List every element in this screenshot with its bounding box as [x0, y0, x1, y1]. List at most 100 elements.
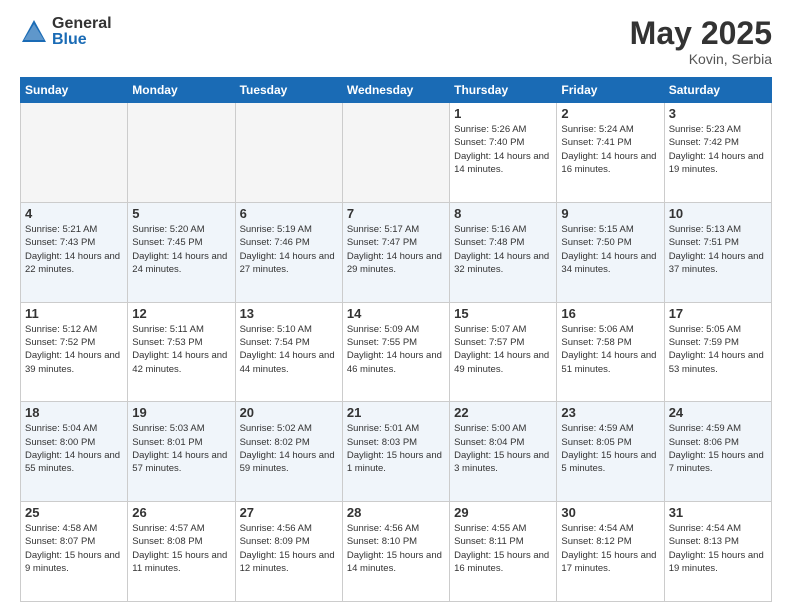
calendar-cell: 10Sunrise: 5:13 AMSunset: 7:51 PMDayligh…: [664, 202, 771, 302]
day-info: Sunrise: 5:16 AMSunset: 7:48 PMDaylight:…: [454, 223, 552, 276]
day-info: Sunrise: 4:55 AMSunset: 8:11 PMDaylight:…: [454, 522, 552, 575]
calendar-cell: 15 Sunrise: 5:07 AMSunset: 7:57 PMDayligh…: [450, 302, 557, 402]
day-number: 24: [669, 405, 767, 420]
calendar-cell: 30Sunrise: 4:54 AMSunset: 8:12 PMDayligh…: [557, 502, 664, 602]
calendar-header-saturday: Saturday: [664, 78, 771, 103]
day-number: 26: [132, 505, 230, 520]
month-title: May 2025: [630, 16, 772, 51]
day-number: 18: [25, 405, 123, 420]
day-info: Sunrise: 5:03 AMSunset: 8:01 PMDaylight:…: [132, 422, 230, 475]
calendar-week-3: 11 Sunrise: 5:12 AMSunset: 7:52 PMDayligh…: [21, 302, 772, 402]
day-number: 19: [132, 405, 230, 420]
calendar-cell: 11 Sunrise: 5:12 AMSunset: 7:52 PMDayligh…: [21, 302, 128, 402]
calendar-cell: 12Sunrise: 5:11 AMSunset: 7:53 PMDayligh…: [128, 302, 235, 402]
calendar-header-thursday: Thursday: [450, 78, 557, 103]
day-number: 25: [25, 505, 123, 520]
day-info: Sunrise: 4:59 AMSunset: 8:06 PMDaylight:…: [669, 422, 767, 475]
day-info: Sunrise: 4:56 AMSunset: 8:09 PMDaylight:…: [240, 522, 338, 575]
calendar-cell: 16 Sunrise: 5:06 AMSunset: 7:58 PMDayligh…: [557, 302, 664, 402]
day-info: Sunrise: 5:05 AMSunset: 7:59 PMDaylight:…: [669, 323, 767, 376]
day-info: Sunrise: 5:23 AMSunset: 7:42 PMDaylight:…: [669, 123, 767, 176]
calendar-cell: 8 Sunrise: 5:16 AMSunset: 7:48 PMDaylight…: [450, 202, 557, 302]
calendar-cell: 13Sunrise: 5:10 AMSunset: 7:54 PMDayligh…: [235, 302, 342, 402]
day-info: Sunrise: 5:06 AMSunset: 7:58 PMDaylight:…: [561, 323, 659, 376]
calendar-cell: 18 Sunrise: 5:04 AMSunset: 8:00 PMDayligh…: [21, 402, 128, 502]
day-number: 30: [561, 505, 659, 520]
calendar-cell: [342, 103, 449, 203]
day-info: Sunrise: 5:00 AMSunset: 8:04 PMDaylight:…: [454, 422, 552, 475]
calendar-week-4: 18 Sunrise: 5:04 AMSunset: 8:00 PMDayligh…: [21, 402, 772, 502]
day-info: Sunrise: 5:12 AMSunset: 7:52 PMDaylight:…: [25, 323, 123, 376]
calendar-cell: [128, 103, 235, 203]
calendar-cell: 20 Sunrise: 5:02 AMSunset: 8:02 PMDayligh…: [235, 402, 342, 502]
calendar-cell: 9 Sunrise: 5:15 AMSunset: 7:50 PMDaylight…: [557, 202, 664, 302]
day-info: Sunrise: 5:21 AMSunset: 7:43 PMDaylight:…: [25, 223, 123, 276]
location: Kovin, Serbia: [630, 51, 772, 67]
logo-text: General Blue: [52, 16, 112, 48]
calendar-cell: [235, 103, 342, 203]
day-number: 28: [347, 505, 445, 520]
day-number: 5: [132, 206, 230, 221]
day-number: 1: [454, 106, 552, 121]
calendar-cell: 26 Sunrise: 4:57 AMSunset: 8:08 PMDayligh…: [128, 502, 235, 602]
calendar-cell: 4 Sunrise: 5:21 AMSunset: 7:43 PMDaylight…: [21, 202, 128, 302]
day-info: Sunrise: 4:56 AMSunset: 8:10 PMDaylight:…: [347, 522, 445, 575]
day-number: 23: [561, 405, 659, 420]
day-number: 2: [561, 106, 659, 121]
day-number: 22: [454, 405, 552, 420]
day-info: Sunrise: 5:04 AMSunset: 8:00 PMDaylight:…: [25, 422, 123, 475]
calendar-header-sunday: Sunday: [21, 78, 128, 103]
day-number: 11: [25, 306, 123, 321]
day-number: 14: [347, 306, 445, 321]
day-info: Sunrise: 5:19 AMSunset: 7:46 PMDaylight:…: [240, 223, 338, 276]
calendar-cell: 24 Sunrise: 4:59 AMSunset: 8:06 PMDayligh…: [664, 402, 771, 502]
day-info: Sunrise: 5:13 AMSunset: 7:51 PMDaylight:…: [669, 223, 767, 276]
day-info: Sunrise: 4:57 AMSunset: 8:08 PMDaylight:…: [132, 522, 230, 575]
calendar-cell: 5Sunrise: 5:20 AMSunset: 7:45 PMDaylight…: [128, 202, 235, 302]
day-number: 4: [25, 206, 123, 221]
day-info: Sunrise: 5:02 AMSunset: 8:02 PMDaylight:…: [240, 422, 338, 475]
day-number: 20: [240, 405, 338, 420]
logo-general: General: [52, 16, 112, 32]
day-info: Sunrise: 5:01 AMSunset: 8:03 PMDaylight:…: [347, 422, 445, 475]
calendar-cell: 17Sunrise: 5:05 AMSunset: 7:59 PMDayligh…: [664, 302, 771, 402]
logo-icon: [20, 18, 48, 46]
day-number: 9: [561, 206, 659, 221]
day-number: 13: [240, 306, 338, 321]
day-number: 6: [240, 206, 338, 221]
day-number: 31: [669, 505, 767, 520]
calendar-cell: 23 Sunrise: 4:59 AMSunset: 8:05 PMDayligh…: [557, 402, 664, 502]
calendar-header-wednesday: Wednesday: [342, 78, 449, 103]
calendar-cell: 29Sunrise: 4:55 AMSunset: 8:11 PMDayligh…: [450, 502, 557, 602]
day-number: 15: [454, 306, 552, 321]
day-number: 7: [347, 206, 445, 221]
day-info: Sunrise: 4:59 AMSunset: 8:05 PMDaylight:…: [561, 422, 659, 475]
day-info: Sunrise: 5:26 AMSunset: 7:40 PMDaylight:…: [454, 123, 552, 176]
logo-blue: Blue: [52, 32, 112, 48]
day-info: Sunrise: 4:54 AMSunset: 8:13 PMDaylight:…: [669, 522, 767, 575]
day-info: Sunrise: 5:24 AMSunset: 7:41 PMDaylight:…: [561, 123, 659, 176]
calendar-cell: [21, 103, 128, 203]
page: General Blue May 2025 Kovin, Serbia Sund…: [0, 0, 792, 612]
day-info: Sunrise: 5:07 AMSunset: 7:57 PMDaylight:…: [454, 323, 552, 376]
day-number: 27: [240, 505, 338, 520]
calendar-cell: 1 Sunrise: 5:26 AMSunset: 7:40 PMDaylight…: [450, 103, 557, 203]
day-info: Sunrise: 5:11 AMSunset: 7:53 PMDaylight:…: [132, 323, 230, 376]
logo: General Blue: [20, 16, 112, 48]
calendar-header-friday: Friday: [557, 78, 664, 103]
title-area: May 2025 Kovin, Serbia: [630, 16, 772, 67]
calendar-cell: 28 Sunrise: 4:56 AMSunset: 8:10 PMDayligh…: [342, 502, 449, 602]
calendar-cell: 19 Sunrise: 5:03 AMSunset: 8:01 PMDayligh…: [128, 402, 235, 502]
calendar-week-1: 1 Sunrise: 5:26 AMSunset: 7:40 PMDaylight…: [21, 103, 772, 203]
day-info: Sunrise: 5:15 AMSunset: 7:50 PMDaylight:…: [561, 223, 659, 276]
header: General Blue May 2025 Kovin, Serbia: [20, 16, 772, 67]
calendar-header-monday: Monday: [128, 78, 235, 103]
day-number: 16: [561, 306, 659, 321]
calendar-cell: 14Sunrise: 5:09 AMSunset: 7:55 PMDayligh…: [342, 302, 449, 402]
calendar-cell: 21Sunrise: 5:01 AMSunset: 8:03 PMDayligh…: [342, 402, 449, 502]
calendar-week-5: 25 Sunrise: 4:58 AMSunset: 8:07 PMDayligh…: [21, 502, 772, 602]
calendar: SundayMondayTuesdayWednesdayThursdayFrid…: [20, 77, 772, 602]
calendar-cell: 6 Sunrise: 5:19 AMSunset: 7:46 PMDaylight…: [235, 202, 342, 302]
day-number: 8: [454, 206, 552, 221]
day-info: Sunrise: 4:58 AMSunset: 8:07 PMDaylight:…: [25, 522, 123, 575]
